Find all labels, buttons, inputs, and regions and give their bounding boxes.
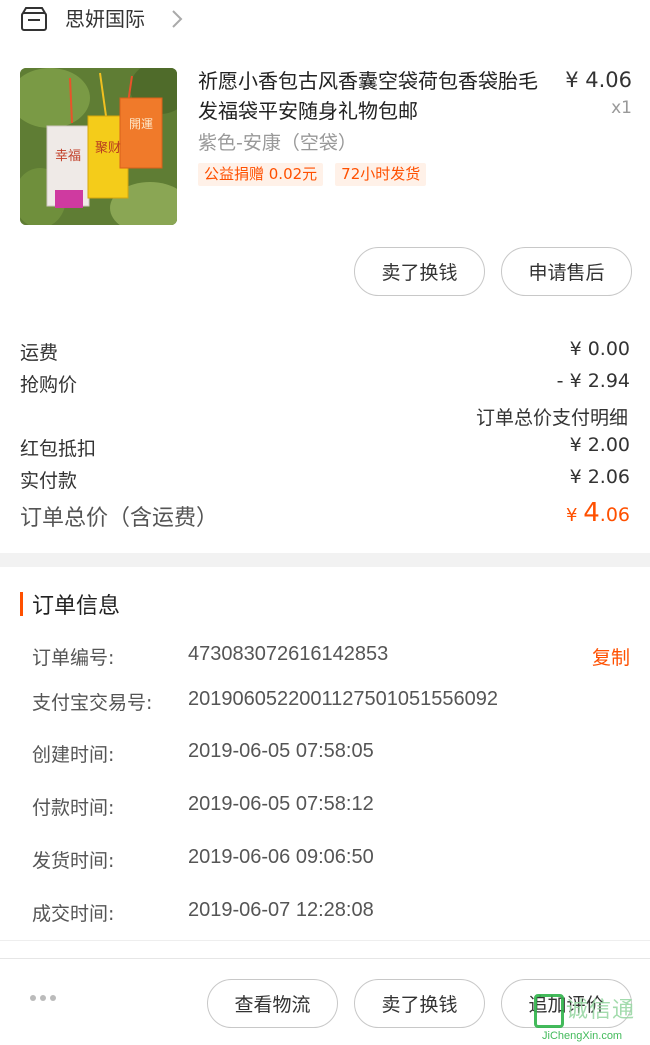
info-value: 473083072616142853	[188, 643, 389, 665]
after-sale-button[interactable]: 申请售后	[501, 247, 632, 296]
info-row-paid-time: 付款时间: 2019-06-05 07:58:12	[32, 793, 630, 823]
order-total-value: ¥ 4.06	[566, 498, 630, 528]
info-value: 2019-06-05 07:58:12	[188, 793, 374, 815]
copy-order-number-button[interactable]: 复制	[592, 643, 630, 670]
order-info-heading: 订单信息	[20, 588, 120, 620]
info-row-created-time: 创建时间: 2019-06-05 07:58:05	[32, 740, 630, 770]
order-info-title: 订单信息	[32, 594, 121, 619]
sell-button-bottom[interactable]: 卖了换钱	[354, 979, 485, 1028]
info-label: 创建时间:	[32, 744, 115, 766]
redpacket-label: 红包抵扣	[20, 438, 97, 460]
info-value: 2019-06-06 09:06:50	[188, 846, 374, 868]
flash-price-label: 抢购价	[20, 374, 78, 396]
sell-button[interactable]: 卖了换钱	[354, 247, 485, 296]
total-currency: ¥	[566, 505, 584, 526]
info-row-alipay-trade-number: 支付宝交易号: 2019060522001127501051556092	[32, 688, 630, 718]
pouch-char-2: 聚财	[95, 141, 121, 156]
paid-label: 实付款	[20, 470, 78, 492]
redpacket-row: 红包抵扣 ¥ 2.00	[20, 434, 630, 466]
product-sku: 紫色-安康（空袋）	[198, 132, 357, 154]
watermark-text: 诚信通	[566, 998, 636, 1023]
info-value: 2019-06-05 07:58:05	[188, 740, 374, 762]
flash-price-row: 抢购价 - ¥ 2.94	[20, 370, 630, 402]
divider	[0, 940, 650, 941]
info-row-order-number: 订单编号: 473083072616142853 复制	[32, 643, 630, 673]
watermark-box-icon	[534, 994, 564, 1028]
watermark-logo: 诚信通 JiChengXin.com	[534, 992, 644, 1044]
product-item[interactable]: 幸福 聚财 開運 祈愿小香包古风香囊空袋荷包香袋胎毛发福袋平安随身礼物包邮 ¥ …	[0, 62, 650, 232]
shipping-fee-row: 运费 ¥ 0.00	[20, 338, 630, 370]
shipping-label: 运费	[20, 342, 59, 364]
info-label: 订单编号:	[32, 647, 115, 669]
pouch-char-3: 開運	[129, 117, 153, 131]
info-label: 支付宝交易号:	[32, 692, 153, 714]
shop-header[interactable]: 思妍国际	[0, 0, 650, 40]
store-icon	[21, 7, 47, 31]
pouch-char-1: 幸福	[55, 149, 81, 164]
info-row-shipped-time: 发货时间: 2019-06-06 09:06:50	[32, 846, 630, 876]
tag-charity: 公益捐赠 0.02元	[198, 163, 324, 186]
info-label: 发货时间:	[32, 850, 115, 872]
paid-value: ¥ 2.06	[569, 466, 630, 488]
info-value: 2019-06-07 12:28:08	[188, 899, 374, 921]
shop-name[interactable]: 思妍国际	[65, 6, 145, 32]
info-row-completed-time: 成交时间: 2019-06-07 12:28:08	[32, 899, 630, 929]
order-total-label: 订单总价（含运费）	[20, 506, 219, 531]
total-integer: 4	[583, 498, 600, 528]
heading-accent-bar	[20, 592, 23, 616]
flash-price-value: - ¥ 2.94	[556, 370, 630, 392]
item-action-row: 卖了换钱 申请售后	[354, 247, 632, 296]
order-total-row: 订单总价（含运费） ¥ 4.06	[20, 498, 630, 534]
info-label: 付款时间:	[32, 797, 115, 819]
section-separator	[0, 553, 650, 567]
view-logistics-button[interactable]: 查看物流	[207, 979, 338, 1028]
more-icon[interactable]	[30, 995, 56, 1001]
paid-row: 实付款 ¥ 2.06	[20, 466, 630, 498]
product-title[interactable]: 祈愿小香包古风香囊空袋荷包香袋胎毛发福袋平安随身礼物包邮	[198, 66, 548, 126]
info-value: 2019060522001127501051556092	[188, 688, 498, 710]
tag-shipping-72h: 72小时发货	[335, 163, 427, 186]
product-tags: 公益捐赠 0.02元 72小时发货	[198, 163, 427, 186]
info-label: 成交时间:	[32, 903, 115, 925]
product-image[interactable]: 幸福 聚财 開運	[20, 68, 177, 225]
shipping-value: ¥ 0.00	[569, 338, 630, 360]
total-decimal: .06	[599, 504, 630, 526]
redpacket-value: ¥ 2.00	[569, 434, 630, 456]
watermark-subtext: JiChengXin.com	[542, 1030, 623, 1042]
product-price: ¥ 4.06	[565, 68, 632, 92]
product-quantity: x1	[611, 98, 632, 118]
chevron-right-icon	[172, 10, 183, 28]
payment-detail-link[interactable]: 订单总价支付明细	[476, 403, 628, 430]
